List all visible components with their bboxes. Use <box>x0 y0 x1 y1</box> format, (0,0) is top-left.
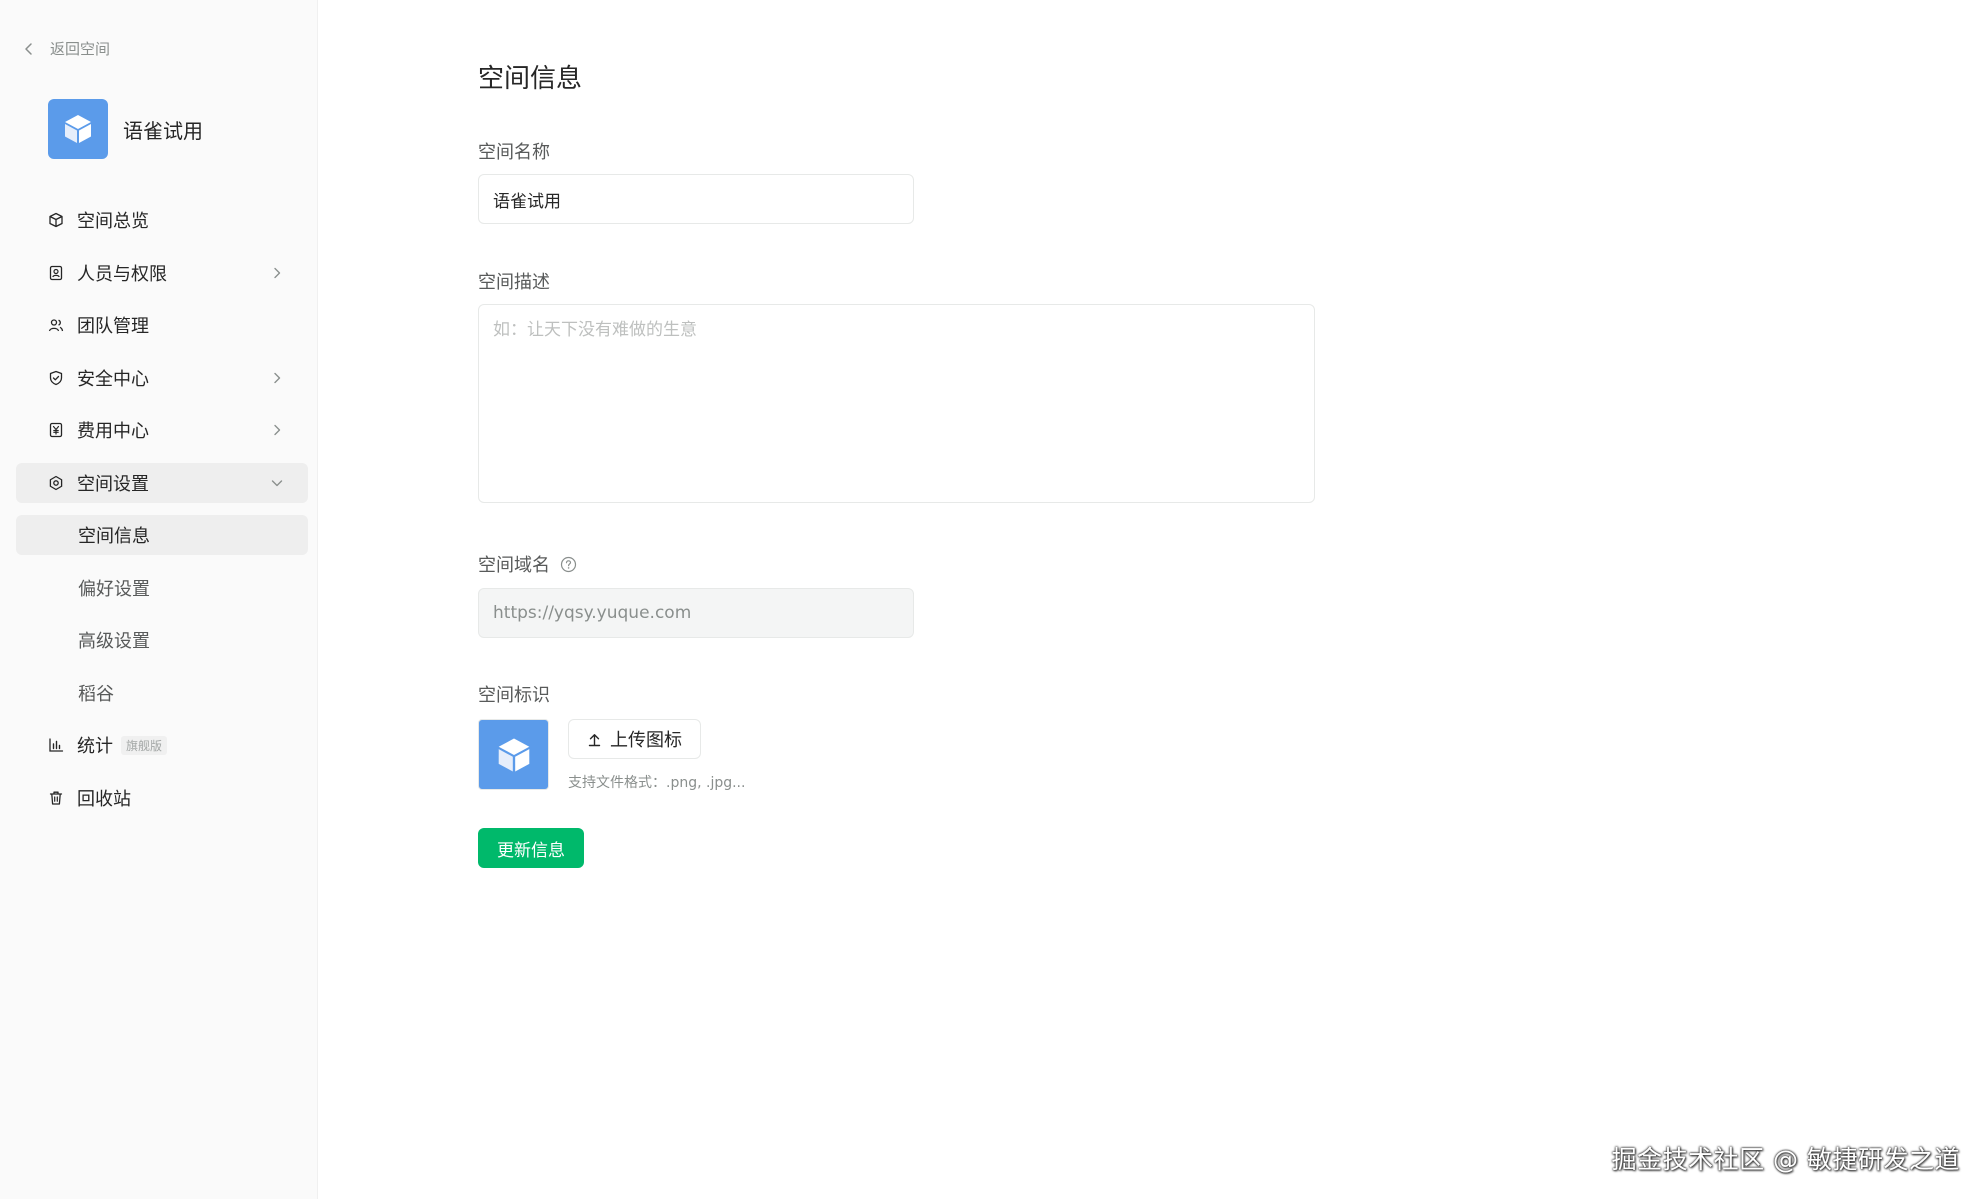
cube-icon <box>48 212 64 228</box>
space-header: 语雀试用 <box>48 99 203 159</box>
yen-icon <box>48 422 64 438</box>
gear-icon <box>48 475 64 491</box>
sidebar-item-settings[interactable]: 空间设置 <box>16 462 308 503</box>
sidebar-subitem-label: 偏好设置 <box>78 578 150 600</box>
sidebar-subitem-daogu[interactable]: 稻谷 <box>16 673 308 713</box>
space-identity-label: 空间标识 <box>478 681 550 707</box>
sidebar-item-stats[interactable]: 统计 旗舰版 <box>16 725 308 765</box>
chevron-right-icon <box>274 424 281 436</box>
cube-logo-icon <box>65 115 91 143</box>
page-title: 空间信息 <box>478 64 583 94</box>
shield-icon <box>48 370 64 386</box>
sidebar-subitem-preferences[interactable]: 偏好设置 <box>16 568 308 608</box>
space-identity-logo <box>478 719 549 790</box>
space-domain-label-text: 空间域名 <box>478 555 550 576</box>
sidebar-subitem-advanced[interactable]: 高级设置 <box>16 620 308 660</box>
space-name-label: 空间名称 <box>478 138 550 164</box>
app-root: 返回空间 语雀试用 空间总览 人员与权限 团队管理 安全中心 费用中心 空间设置… <box>0 0 1982 1199</box>
chevron-right-icon <box>274 372 281 383</box>
space-name-label-text: 空间名称 <box>478 142 550 163</box>
person-badge-icon <box>48 265 64 281</box>
edition-badge: 旗舰版 <box>121 735 168 755</box>
space-description-label: 空间描述 <box>478 268 550 294</box>
space-logo <box>48 99 108 159</box>
sidebar-item-team[interactable]: 团队管理 <box>16 305 308 345</box>
sidebar-item-label: 费用中心 <box>77 421 149 442</box>
back-label: 返回空间 <box>50 40 111 58</box>
update-info-button[interactable]: 更新信息 <box>478 828 584 868</box>
sidebar-item-label: 统计 <box>77 736 113 757</box>
sidebar-subitem-label: 稻谷 <box>78 683 114 705</box>
sidebar-item-label: 空间总览 <box>77 211 149 232</box>
sidebar-item-trash[interactable]: 回收站 <box>16 778 308 818</box>
help-circle-icon[interactable] <box>560 556 577 573</box>
trash-icon <box>48 790 64 806</box>
space-name-input[interactable] <box>478 174 914 224</box>
sidebar: 返回空间 语雀试用 空间总览 人员与权限 团队管理 安全中心 费用中心 空间设置… <box>0 0 318 1199</box>
upload-icon-button[interactable]: 上传图标 <box>568 719 701 759</box>
sidebar-item-label: 空间设置 <box>77 473 149 495</box>
space-domain-input <box>478 588 914 638</box>
main-content: 空间信息 空间名称 空间描述 空间域名 空间标识 <box>318 0 1982 1199</box>
sidebar-item-label: 团队管理 <box>77 316 149 337</box>
space-domain-label: 空间域名 <box>478 551 577 577</box>
space-description-label-text: 空间描述 <box>478 272 550 293</box>
chevron-right-icon <box>274 267 281 278</box>
space-name: 语雀试用 <box>123 118 203 143</box>
team-icon <box>48 317 64 333</box>
sidebar-item-overview[interactable]: 空间总览 <box>16 200 308 240</box>
space-description-textarea[interactable] <box>478 304 1315 503</box>
sidebar-nav: 空间总览 人员与权限 团队管理 安全中心 费用中心 空间设置 空间信息 偏好设置… <box>16 200 308 830</box>
sidebar-item-security[interactable]: 安全中心 <box>16 358 308 398</box>
sidebar-item-members[interactable]: 人员与权限 <box>16 253 308 293</box>
sidebar-item-label: 人员与权限 <box>77 263 167 285</box>
back-to-space-link[interactable]: 返回空间 <box>22 38 110 59</box>
upload-arrow-icon <box>588 733 601 746</box>
sidebar-subitem-label: 空间信息 <box>78 526 150 547</box>
chevron-left-icon <box>25 42 32 55</box>
sidebar-item-billing[interactable]: 费用中心 <box>16 410 308 450</box>
space-identity-label-text: 空间标识 <box>478 685 550 706</box>
watermark: 掘金技术社区 @ 敏捷研发之道 <box>1611 1145 1960 1174</box>
upload-format-hint: 支持文件格式：.png, .jpg... <box>568 775 746 791</box>
sidebar-item-label: 安全中心 <box>77 368 149 390</box>
chevron-down-icon <box>271 479 283 486</box>
sidebar-subitem-label: 高级设置 <box>78 631 150 652</box>
upload-button-label: 上传图标 <box>610 730 682 751</box>
cube-logo-icon <box>498 738 529 771</box>
sidebar-item-label: 回收站 <box>77 788 131 810</box>
sidebar-subitem-space-info[interactable]: 空间信息 <box>16 515 308 555</box>
bar-chart-icon <box>48 737 64 753</box>
